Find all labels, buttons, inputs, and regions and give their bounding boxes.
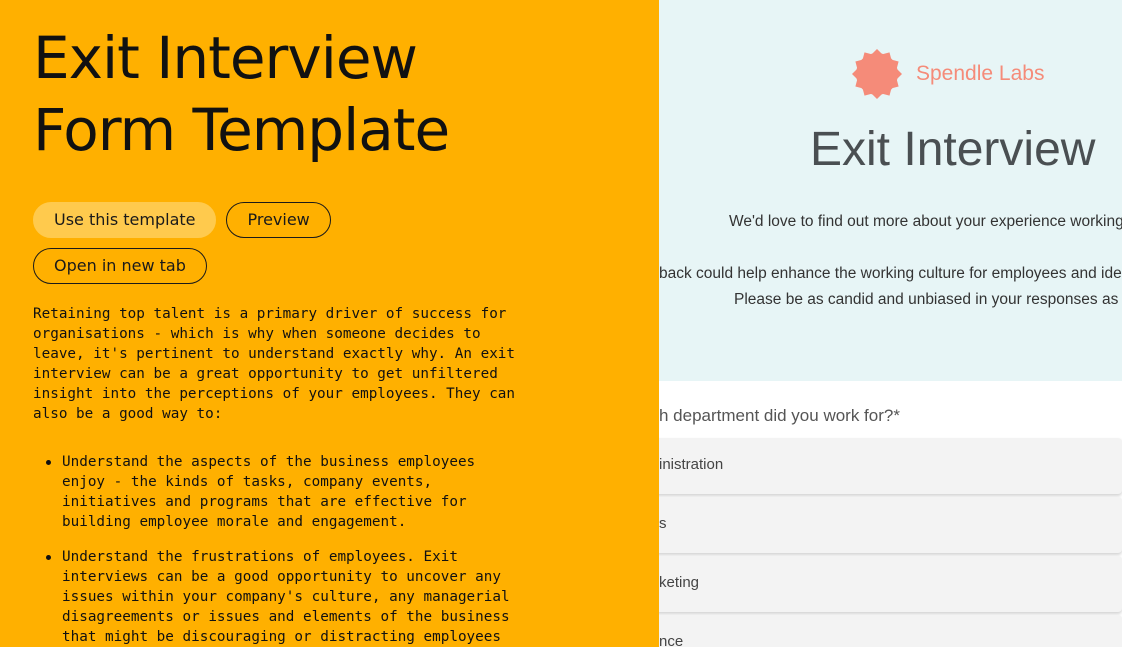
form-intro-line: We'd love to find out more about your ex… xyxy=(729,213,1122,230)
use-template-button[interactable]: Use this template xyxy=(33,202,217,238)
form-title: Exit Interview xyxy=(810,123,1096,176)
department-option-label: keting xyxy=(659,574,700,591)
page-title-line1: Exit Interview xyxy=(33,24,418,92)
brand-name: Spendle Labs xyxy=(916,62,1045,85)
benefit-list-item: Understand the aspects of the business e… xyxy=(33,452,523,532)
template-description: Retaining top talent is a primary driver… xyxy=(33,306,516,422)
department-option-label: s xyxy=(659,515,667,532)
preview-button[interactable]: Preview xyxy=(226,202,331,238)
form-intro-line: back could help enhance the working cult… xyxy=(659,265,1122,282)
department-option[interactable]: keting xyxy=(659,556,1122,612)
open-new-tab-button[interactable]: Open in new tab xyxy=(33,248,207,284)
benefit-list: Understand the aspects of the business e… xyxy=(33,452,523,647)
department-option[interactable]: inistration xyxy=(659,438,1122,494)
page-title-line2: Form Template xyxy=(33,96,450,164)
department-option[interactable]: s xyxy=(659,497,1122,553)
action-buttons: Use this template Preview xyxy=(33,202,659,238)
department-option[interactable]: nce xyxy=(659,615,1122,647)
department-option-label: inistration xyxy=(659,456,724,473)
benefit-list-item: Understand the frustrations of employees… xyxy=(33,547,523,647)
department-option-label: nce xyxy=(659,633,684,647)
brand-logo: Spendle Labs xyxy=(851,48,1044,100)
department-question: h department did you work for?* xyxy=(659,406,900,425)
form-intro-line: Please be as candid and unbiased in your… xyxy=(734,291,1122,308)
secondary-action-buttons: Open in new tab xyxy=(33,248,659,284)
page-title: Exit Interview Form Template xyxy=(33,22,659,166)
badge-logo-icon xyxy=(852,49,902,99)
template-info-panel: Exit Interview Form Template Use this te… xyxy=(0,0,659,647)
form-preview-header: Spendle Labs Exit Interview We'd love to… xyxy=(659,0,1122,381)
form-preview[interactable]: Spendle Labs Exit Interview We'd love to… xyxy=(659,0,1122,647)
